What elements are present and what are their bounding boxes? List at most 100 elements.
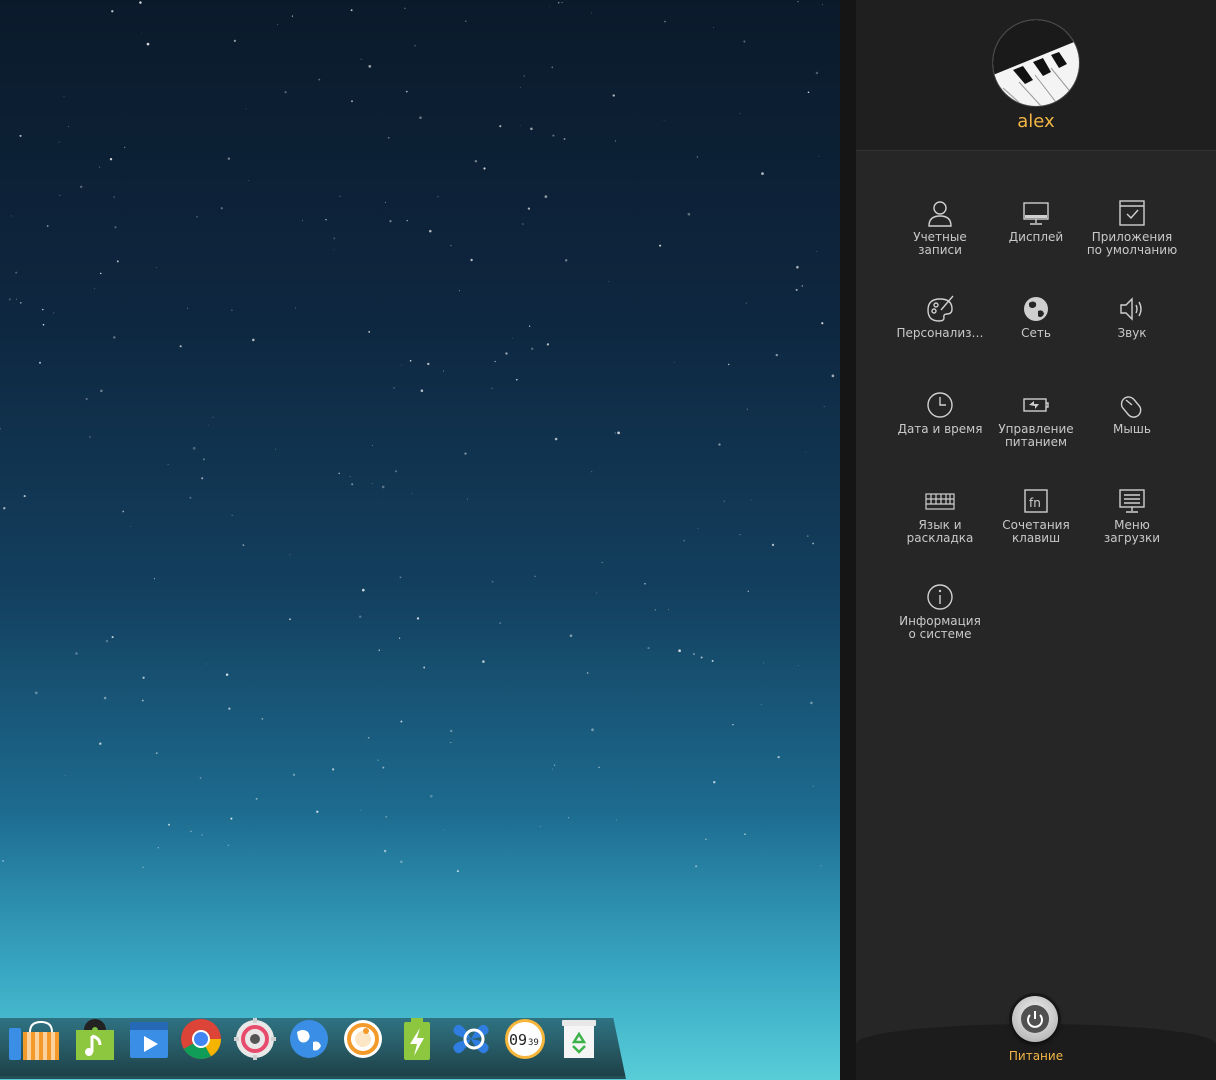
star <box>284 91 287 94</box>
star <box>450 741 452 743</box>
star <box>168 823 170 826</box>
star <box>225 673 229 676</box>
star <box>351 100 353 103</box>
star <box>419 116 422 119</box>
module-label: Дисплей <box>1008 230 1064 244</box>
star <box>246 878 248 880</box>
star <box>527 207 531 210</box>
star <box>42 308 44 311</box>
user-accounts-icon <box>925 198 955 228</box>
star <box>549 6 551 8</box>
module-network[interactable]: Сеть <box>988 284 1084 380</box>
star <box>201 834 203 836</box>
star <box>528 325 531 327</box>
star <box>212 416 214 418</box>
star <box>673 362 675 363</box>
star <box>694 865 698 868</box>
star <box>157 847 159 849</box>
module-display[interactable]: Дисплей <box>988 188 1084 284</box>
clock-icon[interactable]: 09 39 <box>504 1018 546 1060</box>
star <box>807 91 810 94</box>
remote-icon[interactable] <box>450 1018 492 1060</box>
star <box>530 127 533 131</box>
star <box>113 336 116 339</box>
star <box>114 226 117 229</box>
module-keyboard-language[interactable]: Язык и раскладка <box>892 476 988 572</box>
module-label: Приложения по умолчанию <box>1086 230 1178 257</box>
star <box>644 582 646 585</box>
svg-text:fn: fn <box>1029 496 1041 510</box>
star <box>233 39 237 43</box>
music-icon[interactable] <box>74 1018 116 1060</box>
browser-icon[interactable] <box>288 1018 330 1060</box>
avatar[interactable] <box>993 20 1079 106</box>
star <box>68 126 70 128</box>
module-default-apps[interactable]: Приложения по умолчанию <box>1084 188 1180 284</box>
star <box>385 815 388 818</box>
module-shortcuts[interactable]: fn Сочетания клавиш <box>988 476 1084 572</box>
info-icon <box>925 582 955 612</box>
module-accounts[interactable]: Учетные записи <box>892 188 988 284</box>
star <box>614 432 616 434</box>
trash-icon[interactable] <box>558 1018 600 1060</box>
module-system-info[interactable]: Информация о системе <box>892 572 988 668</box>
default-apps-icon <box>1117 198 1147 228</box>
module-power-management[interactable]: Управление питанием <box>988 380 1084 476</box>
star <box>601 561 603 564</box>
star <box>750 499 752 501</box>
star <box>139 1 142 4</box>
star <box>544 195 548 198</box>
star <box>368 65 372 68</box>
star <box>466 498 468 500</box>
power-manager-icon[interactable] <box>396 1018 438 1060</box>
folder-icon[interactable] <box>0 1018 21 1060</box>
star <box>551 768 553 770</box>
star <box>156 267 157 268</box>
star <box>530 347 534 351</box>
module-boot-menu[interactable]: Меню загрузки <box>1084 476 1180 572</box>
star <box>206 663 208 665</box>
star <box>554 764 556 766</box>
module-label: Мышь <box>1113 422 1151 436</box>
store-icon[interactable] <box>20 1018 62 1060</box>
star <box>361 588 365 592</box>
settings-icon[interactable] <box>234 1018 276 1060</box>
star <box>80 185 83 188</box>
star <box>142 676 145 679</box>
star <box>122 510 125 513</box>
star <box>196 216 198 218</box>
star <box>732 723 734 726</box>
module-label: Звук <box>1117 326 1147 340</box>
star <box>797 0 799 3</box>
star <box>718 443 721 446</box>
star <box>255 797 258 800</box>
star <box>19 134 22 137</box>
star <box>563 138 566 140</box>
screenshot-icon[interactable] <box>342 1018 384 1060</box>
star <box>103 696 107 700</box>
star <box>289 618 291 621</box>
star <box>394 470 398 473</box>
star <box>760 704 762 706</box>
module-personalization[interactable]: Персонализ… <box>892 284 988 380</box>
chrome-icon[interactable] <box>180 1018 222 1060</box>
star <box>491 580 494 583</box>
star <box>53 312 55 314</box>
star <box>141 32 143 34</box>
star <box>349 476 351 478</box>
star <box>745 302 747 304</box>
fn-key-icon: fn <box>1021 486 1051 516</box>
video-icon[interactable] <box>128 1018 170 1060</box>
module-label: Сеть <box>1021 326 1051 340</box>
star <box>796 265 799 269</box>
power-button[interactable] <box>1012 996 1058 1042</box>
star <box>700 656 703 659</box>
star <box>393 387 395 389</box>
module-datetime[interactable]: Дата и время <box>892 380 988 476</box>
module-mouse[interactable]: Мышь <box>1084 380 1180 476</box>
star <box>598 766 600 769</box>
star <box>482 660 485 663</box>
star <box>202 458 205 461</box>
control-center-panel: alex Учетные записи Дисплей Приложения п… <box>856 0 1216 1080</box>
module-sound[interactable]: Звук <box>1084 284 1180 380</box>
